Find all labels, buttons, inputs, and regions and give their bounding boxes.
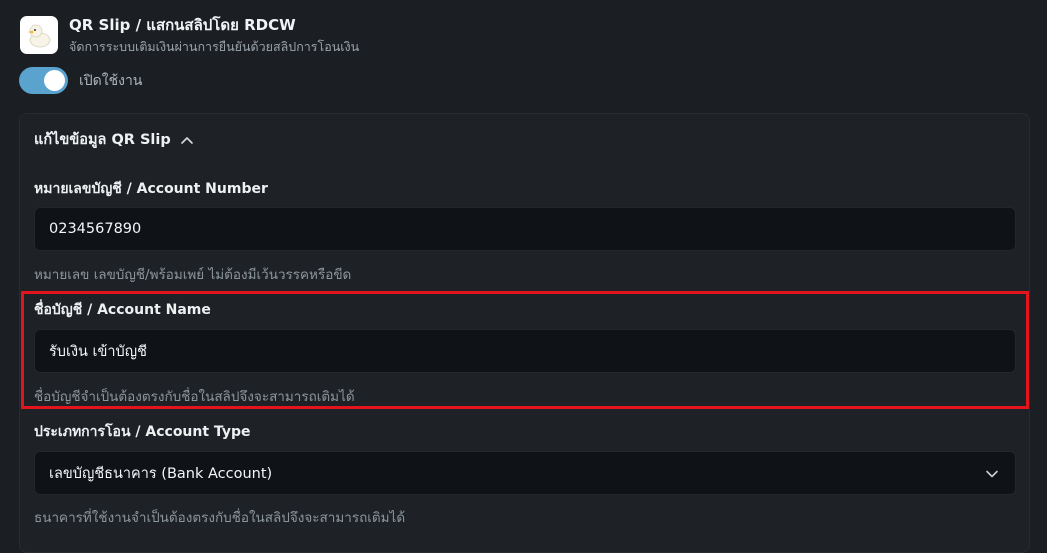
app-subtitle: จัดการระบบเติมเงินผ่านการยืนยันด้วยสลิปก… [69,39,360,54]
app-title: QR Slip / แสกนสลิปโดย RDCW [69,16,296,34]
account-number-label: หมายเลขบัญชี / Account Number [34,181,268,197]
toggle-knob [44,70,65,91]
duck-icon [20,16,58,54]
account-number-help: หมายเลข เลขบัญชี/พร้อมเพย์ ไม่ต้องมีเว้น… [34,267,352,283]
toggle-label: เปิดใช้งาน [79,72,143,89]
enable-toggle-row: เปิดใช้งาน [19,67,142,94]
panel-header[interactable]: แก้ไขข้อมูล QR Slip [34,128,194,151]
account-type-select[interactable]: เลขบัญชีธนาคาร (Bank Account) [34,451,1016,495]
account-name-label: ชื่อบัญชี / Account Name [34,302,211,318]
account-type-value: เลขบัญชีธนาคาร (Bank Account) [49,465,273,482]
account-number-input[interactable]: 0234567890 [34,207,1016,251]
panel-title: แก้ไขข้อมูล QR Slip [34,132,171,148]
enable-toggle[interactable] [19,67,68,94]
qr-slip-settings-panel: แก้ไขข้อมูล QR Slip หมายเลขบัญชี / Accou… [19,113,1030,553]
chevron-down-icon[interactable] [985,467,999,483]
chevron-up-icon[interactable] [180,135,194,145]
account-type-help: ธนาคารที่ใช้งานจำเป็นต้องตรงกับชื่อในสลิ… [34,510,406,526]
account-name-input[interactable]: รับเงิน เข้าบัญชี [34,329,1016,373]
account-type-label: ประเภทการโอน / Account Type [34,424,251,440]
account-name-help: ชื่อบัญชีจำเป็นต้องตรงกับชื่อในสลิปจึงจะ… [34,389,355,405]
app-header: QR Slip / แสกนสลิปโดย RDCW จัดการระบบเติ… [20,16,359,56]
